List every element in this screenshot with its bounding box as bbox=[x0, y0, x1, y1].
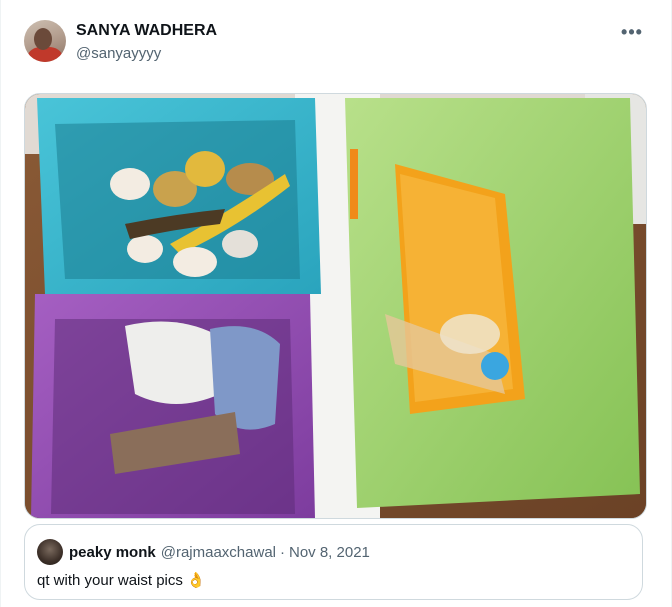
separator-dot: · bbox=[280, 543, 285, 561]
more-icon: ••• bbox=[621, 21, 643, 42]
purple-bin bbox=[31, 294, 315, 518]
more-options-button[interactable]: ••• bbox=[620, 22, 644, 42]
quoted-author-handle: @rajmaaxchawal bbox=[160, 543, 276, 561]
author-avatar[interactable] bbox=[24, 20, 66, 62]
quoted-tweet-date[interactable]: Nov 8, 2021 bbox=[289, 544, 370, 561]
author-handle[interactable]: @sanyayyyy bbox=[76, 44, 217, 64]
ok-hand-icon: 👌 bbox=[186, 572, 206, 589]
quoted-tweet-header: peaky monk @rajmaaxchawal · Nov 8, 2021 bbox=[37, 539, 370, 565]
left-border bbox=[0, 0, 1, 607]
green-bin bbox=[345, 98, 640, 508]
quoted-author-display-name: peaky monk bbox=[69, 543, 156, 561]
cyan-bin bbox=[37, 98, 321, 294]
tweet-media-photo[interactable] bbox=[24, 93, 647, 519]
quoted-tweet-body: qt with your waist pics bbox=[37, 572, 183, 589]
author-display-name[interactable]: SANYA WADHERA bbox=[76, 21, 217, 41]
quoted-tweet-text: qt with your waist pics 👌 bbox=[37, 571, 206, 589]
quoted-author-avatar bbox=[37, 539, 63, 565]
avatar-figure-head bbox=[34, 28, 52, 50]
tweet-header: SANYA WADHERA @sanyayyyy ••• bbox=[24, 20, 652, 66]
waste-bins-photo bbox=[25, 94, 646, 518]
quoted-tweet[interactable]: peaky monk @rajmaaxchawal · Nov 8, 2021 … bbox=[24, 524, 643, 600]
author-names: SANYA WADHERA @sanyayyyy bbox=[76, 21, 217, 64]
